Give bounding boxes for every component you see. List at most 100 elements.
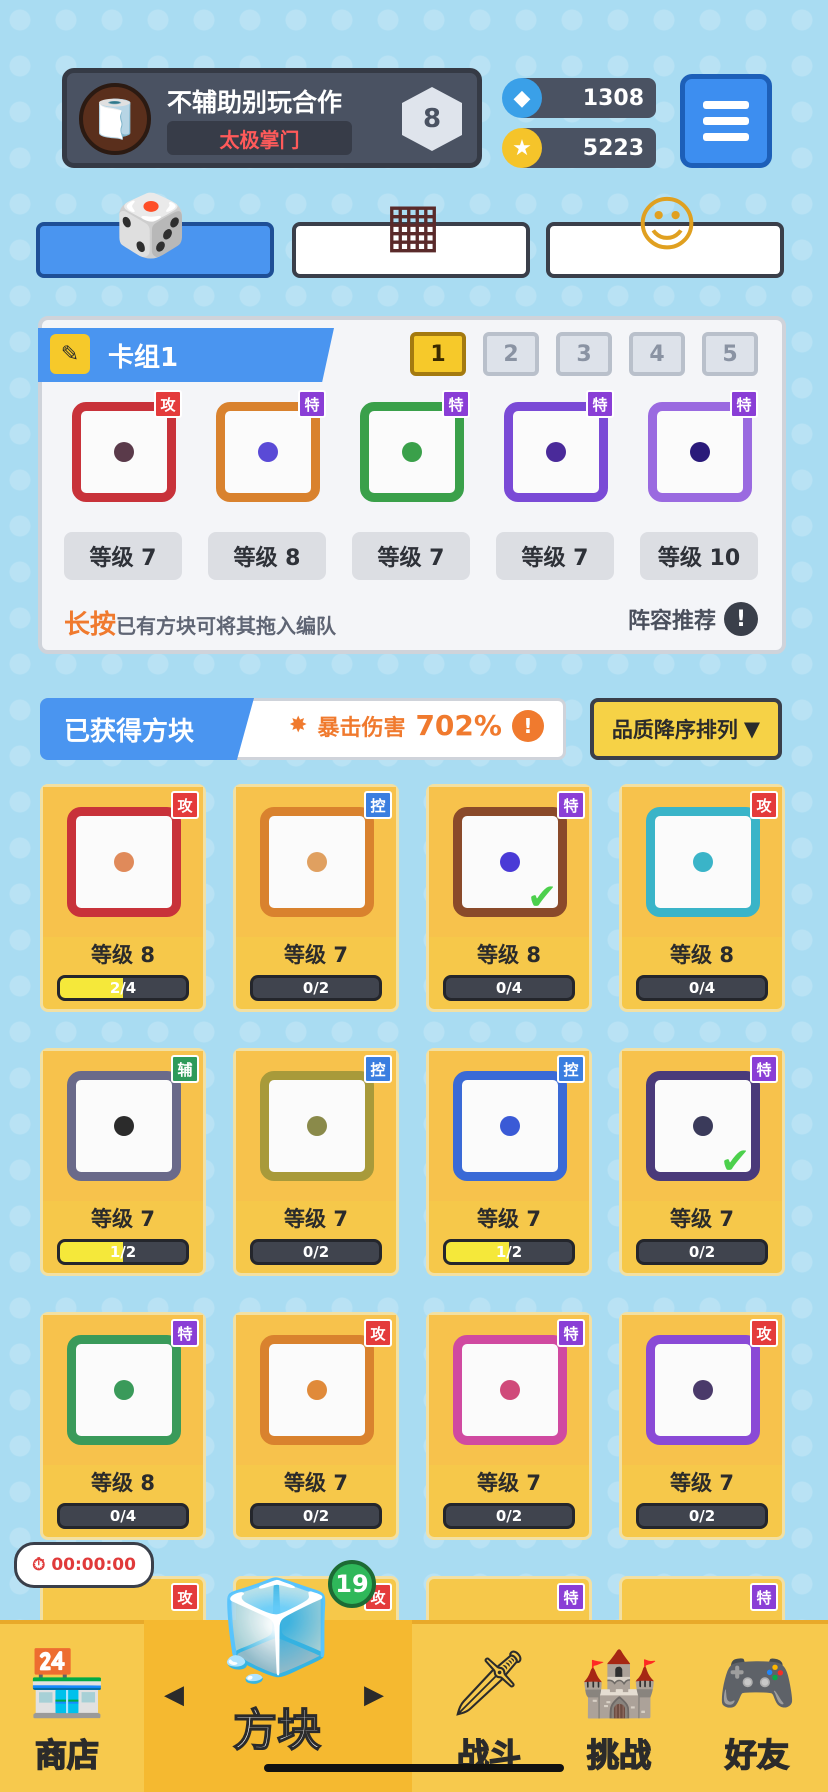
gem-counter[interactable]: 1308 ◆ (502, 76, 656, 120)
upgrade-progress: 0/2 (443, 1503, 575, 1529)
type-badge: 攻 (171, 791, 199, 819)
type-badge: 控 (364, 791, 392, 819)
nav-challenge[interactable]: 🏰 挑战 (544, 1646, 694, 1776)
arcade-icon: 🎮 (717, 1647, 797, 1721)
crit-damage[interactable]: ✸ 暴击伤害 702% ! (289, 709, 544, 742)
nav-friends[interactable]: 🎮 好友 (682, 1646, 828, 1776)
deck-number-5[interactable]: 5 (702, 332, 758, 376)
upgrade-progress: 0/2 (250, 1239, 382, 1265)
info-icon: ! (511, 709, 544, 742)
upgrade-progress: 0/2 (250, 1503, 382, 1529)
coin-counter[interactable]: 5223 ★ (502, 126, 656, 170)
owned-block-card[interactable]: 控 等级 7 1/2 (426, 1048, 592, 1276)
type-badge: 攻 (154, 390, 182, 418)
deck-number-2[interactable]: 2 (483, 332, 539, 376)
info-icon: ! (724, 602, 758, 636)
emote-icon: ☺ (635, 190, 699, 260)
type-badge: 控 (557, 1055, 585, 1083)
shop-icon: 🏪 (27, 1647, 107, 1721)
deck-card-level: 等级 7 (496, 532, 614, 580)
deck-number-4[interactable]: 4 (629, 332, 685, 376)
sort-dropdown[interactable]: 品质降序排列 ▼ (590, 698, 782, 760)
deck-card[interactable]: 攻 (64, 390, 182, 510)
block-frame (67, 1071, 181, 1181)
home-indicator (264, 1764, 564, 1772)
owned-header: 已获得方块 ✸ 暴击伤害 702% ! (40, 698, 566, 760)
scroll-icon: 🧻 (91, 96, 139, 141)
owned-block-card[interactable]: 控 等级 7 0/2 (233, 784, 399, 1012)
profile-panel[interactable]: 🧻 不辅助别玩合作 太极掌门 8 (62, 68, 482, 168)
deck-card-level: 等级 10 (640, 532, 758, 580)
rank-badge[interactable]: 8 (402, 87, 462, 151)
owned-block-card[interactable]: 特 等级 7 0/2 (426, 1312, 592, 1540)
nav-shop[interactable]: 🏪 商店 (0, 1646, 142, 1776)
nav-left-arrow-icon[interactable]: ◀ (164, 1680, 184, 1710)
upgrade-progress: 0/4 (57, 1503, 189, 1529)
type-badge: 辅 (171, 1055, 199, 1083)
block-core-icon (693, 1116, 713, 1136)
block-level: 等级 7 (284, 1207, 348, 1231)
block-core-icon (114, 442, 134, 462)
check-icon: ✔ (527, 877, 558, 918)
avatar[interactable]: 🧻 (79, 83, 151, 155)
clan-name: 太极掌门 (167, 121, 352, 155)
block-level: 等级 7 (477, 1471, 541, 1495)
block-core-icon (307, 1380, 327, 1400)
upgrade-progress: 0/4 (443, 975, 575, 1001)
nav-right-arrow-icon[interactable]: ▶ (364, 1680, 384, 1710)
nav-battle[interactable]: 🗡 战斗 (414, 1646, 564, 1776)
owned-block-card[interactable]: 攻 等级 7 0/2 (233, 1312, 399, 1540)
deck-card-level: 等级 7 (352, 532, 470, 580)
block-core-icon (690, 442, 710, 462)
block-core-icon (307, 852, 327, 872)
check-icon: ✔ (720, 1141, 751, 1182)
menu-icon (703, 101, 749, 109)
block-frame (260, 1071, 374, 1181)
upgrade-progress: 0/4 (636, 975, 768, 1001)
block-core-icon (500, 852, 520, 872)
block-frame (67, 807, 181, 917)
owned-block-card[interactable]: 辅 等级 7 1/2 (40, 1048, 206, 1276)
type-badge: 特 (750, 1055, 778, 1083)
deck-card[interactable]: 特 (496, 390, 614, 510)
type-badge: 攻 (171, 1583, 199, 1611)
type-badge: 攻 (364, 1319, 392, 1347)
upgrade-progress: 1/2 (443, 1239, 575, 1265)
owned-title: 已获得方块 (40, 698, 254, 760)
deck-number-1[interactable]: 1 (410, 332, 466, 376)
owned-block-card[interactable]: 特 等级 8 0/4 (40, 1312, 206, 1540)
edit-pencil-icon[interactable]: ✎ (50, 334, 90, 374)
type-badge: 攻 (750, 791, 778, 819)
menu-button[interactable] (680, 74, 772, 168)
upgrade-progress: 0/2 (250, 975, 382, 1001)
deck-card[interactable]: 特 (640, 390, 758, 510)
type-badge: 特 (442, 390, 470, 418)
owned-block-card[interactable]: 攻 等级 8 0/4 (619, 784, 785, 1012)
type-badge: 控 (364, 1055, 392, 1083)
block-core-icon (307, 1116, 327, 1136)
deck-hint: 长按已有方块可将其拖入编队 (64, 610, 337, 640)
owned-block-card[interactable]: 特 ✔ 等级 8 0/4 (426, 784, 592, 1012)
deck-panel: 卡组1 ✎ 12345 攻等级 7 特等级 8 特等级 7 特等级 7 特等级 … (38, 316, 786, 654)
crit-value: 702% (415, 709, 502, 742)
owned-block-card[interactable]: 攻 等级 8 2/4 (40, 784, 206, 1012)
block-level: 等级 8 (477, 943, 541, 967)
block-level: 等级 7 (284, 943, 348, 967)
clock-icon: ⏱ (32, 1555, 46, 1575)
deck-number-3[interactable]: 3 (556, 332, 612, 376)
deck-card[interactable]: 特 (352, 390, 470, 510)
upgrade-progress: 2/4 (57, 975, 189, 1001)
type-badge: 特 (586, 390, 614, 418)
block-level: 等级 7 (670, 1471, 734, 1495)
owned-block-card[interactable]: 攻 等级 7 0/2 (619, 1312, 785, 1540)
upgrade-progress: 0/2 (636, 1239, 768, 1265)
deck-card[interactable]: 特 (208, 390, 326, 510)
lineup-recommend[interactable]: 阵容推荐! (628, 602, 758, 636)
board-icon: ▦ (384, 190, 442, 260)
owned-block-card[interactable]: 特 ✔ 等级 7 0/2 (619, 1048, 785, 1276)
owned-block-card[interactable]: 控 等级 7 0/2 (233, 1048, 399, 1276)
block-core-icon (500, 1116, 520, 1136)
nav-blocks[interactable]: 🧊 方块 (202, 1574, 352, 1758)
event-timer[interactable]: ⏱ 00:00:00 (14, 1542, 154, 1588)
block-frame (260, 1335, 374, 1445)
